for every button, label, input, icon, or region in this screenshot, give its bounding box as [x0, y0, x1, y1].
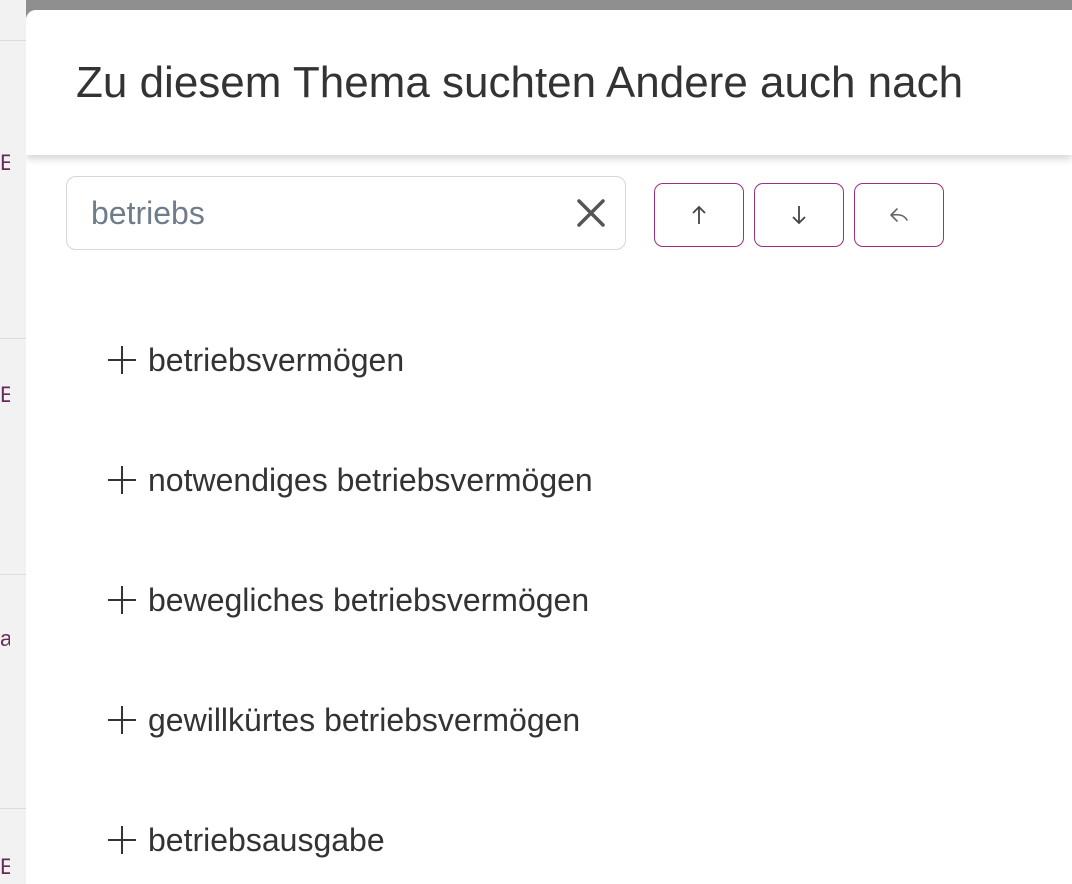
- next-match-button[interactable]: [754, 183, 844, 247]
- undo-icon: [890, 208, 908, 222]
- close-icon: [577, 199, 605, 227]
- reset-search-button[interactable]: [854, 183, 944, 247]
- divider: [0, 808, 26, 809]
- background-link-fragment: E: [0, 384, 10, 406]
- suggestion-label: gewillkürtes betriebsvermögen: [148, 701, 581, 738]
- arrow-up-icon: [692, 205, 706, 224]
- plus-icon: [108, 346, 136, 374]
- background-link-fragment: E: [0, 856, 10, 878]
- divider: [0, 574, 26, 575]
- search-field[interactable]: [66, 176, 626, 250]
- suggestion-label: betriebsvermögen: [148, 341, 405, 378]
- suggestion-item[interactable]: betriebsvermögen: [104, 335, 404, 385]
- plus-icon: [108, 706, 136, 734]
- related-searches-dialog: Zu diesem Thema suchten Andere auch nach: [26, 10, 1072, 884]
- plus-icon: [108, 586, 136, 614]
- clear-search-button[interactable]: [571, 193, 611, 233]
- background-page-edge: E E a E: [0, 0, 26, 884]
- divider: [0, 338, 26, 339]
- suggestion-item[interactable]: notwendiges betriebsvermögen: [104, 455, 593, 505]
- arrow-down-icon: [792, 206, 806, 225]
- suggestion-label: notwendiges betriebsvermögen: [148, 461, 593, 498]
- plus-icon: [108, 826, 136, 854]
- plus-icon: [108, 466, 136, 494]
- background-link-fragment: a: [0, 628, 10, 650]
- suggestion-label: bewegliches betriebsvermögen: [148, 581, 590, 618]
- dialog-header: Zu diesem Thema suchten Andere auch nach: [26, 10, 1072, 155]
- background-link-fragment: E: [0, 152, 10, 174]
- suggestion-item[interactable]: gewillkürtes betriebsvermögen: [104, 695, 580, 745]
- dialog-title: Zu diesem Thema suchten Andere auch nach: [76, 58, 964, 107]
- divider: [0, 40, 26, 41]
- search-input[interactable]: [91, 190, 531, 236]
- suggestion-item[interactable]: bewegliches betriebsvermögen: [104, 575, 589, 625]
- previous-match-button[interactable]: [654, 183, 744, 247]
- suggestion-label: betriebsausgabe: [148, 821, 385, 858]
- suggestion-item[interactable]: betriebsausgabe: [104, 815, 385, 865]
